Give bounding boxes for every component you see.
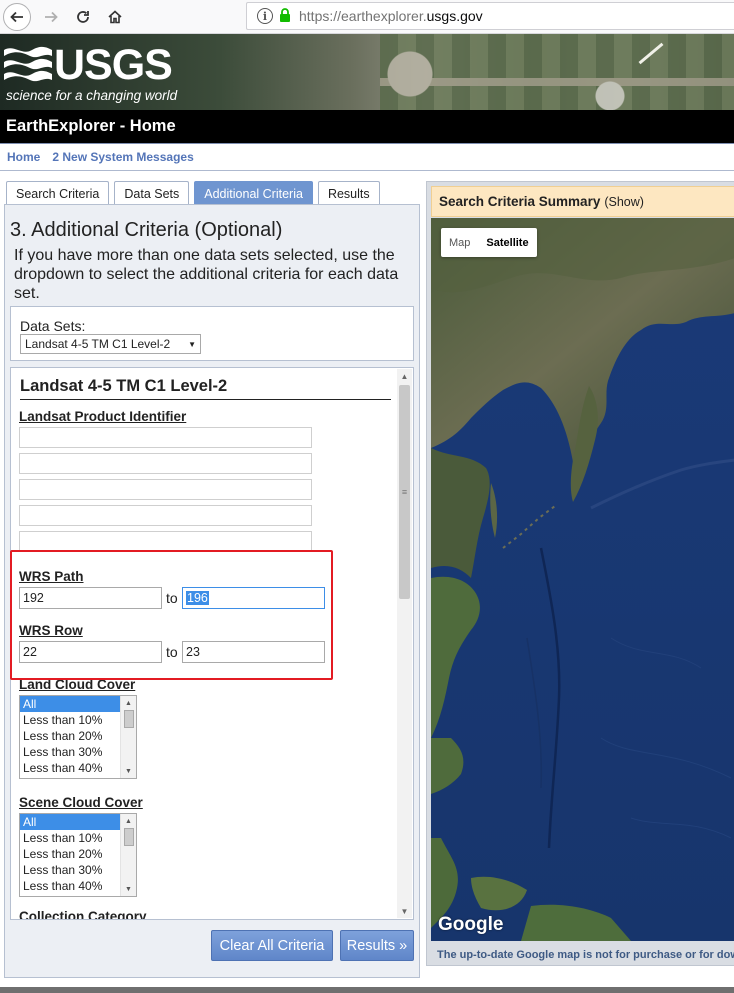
scroll-down-icon[interactable]: ▼: [121, 883, 136, 895]
product-identifier-input-4[interactable]: [19, 505, 312, 526]
results-button[interactable]: Results »: [340, 930, 414, 961]
product-identifier-input-2[interactable]: [19, 453, 312, 474]
satellite-map[interactable]: Map Satellite Google: [431, 218, 734, 941]
scene-cloud-cover-label: Scene Cloud Cover: [19, 795, 143, 810]
criteria-scrollbar[interactable]: ▲ ≡ ▼: [397, 369, 412, 918]
dataset-selector-box: Data Sets: Landsat 4-5 TM C1 Level-2 ▼: [10, 306, 414, 361]
usgs-logo-text: USGS: [54, 41, 173, 89]
step-title: 3. Additional Criteria (Optional): [10, 219, 283, 241]
scene-cloud-option[interactable]: Less than 20%: [20, 846, 120, 862]
url-prefix: https://earthexplorer.: [299, 8, 427, 24]
scroll-thumb[interactable]: [124, 710, 134, 728]
wrs-path-label: WRS Path: [19, 569, 84, 584]
product-identifier-input-1[interactable]: [19, 427, 312, 448]
scene-cloud-cover-listbox[interactable]: All Less than 10% Less than 20% Less tha…: [19, 813, 137, 897]
land-cloud-option[interactable]: Less than 20%: [20, 728, 120, 744]
map-disclaimer: The up-to-date Google map is not for pur…: [431, 941, 734, 965]
dataset-label: Data Sets:: [20, 318, 86, 334]
land-cloud-option[interactable]: Less than 10%: [20, 712, 120, 728]
wrs-path-from-input[interactable]: 192: [19, 587, 162, 609]
tab-additional-criteria[interactable]: Additional Criteria: [194, 181, 313, 205]
wrs-path-to-input[interactable]: 196: [182, 587, 325, 609]
wrs-row-label: WRS Row: [19, 623, 83, 638]
product-identifier-input-3[interactable]: [19, 479, 312, 500]
forward-arrow-icon[interactable]: [37, 3, 65, 31]
satellite-button[interactable]: Satellite: [478, 228, 536, 257]
step-description: If you have more than one data sets sele…: [14, 247, 399, 302]
map-button[interactable]: Map: [441, 228, 478, 257]
usgs-logo[interactable]: USGS science for a changing world: [4, 42, 179, 104]
search-criteria-summary: Search Criteria Summary (Show): [431, 186, 734, 217]
wrs-row-from-input[interactable]: 22: [19, 641, 162, 663]
info-icon[interactable]: i: [257, 8, 273, 24]
map-panel: Search Criteria Summary (Show) Map Satel…: [426, 181, 734, 966]
scene-cloud-option[interactable]: Less than 40%: [20, 878, 120, 894]
criteria-scroll-area[interactable]: Landsat 4-5 TM C1 Level-2 Landsat Produc…: [10, 367, 414, 920]
home-icon[interactable]: [101, 3, 129, 31]
additional-criteria-panel: 3. Additional Criteria (Optional) If you…: [4, 204, 420, 978]
browser-toolbar: i https://earthexplorer. usgs.gov: [0, 0, 734, 34]
summary-show-link[interactable]: (Show): [604, 195, 644, 209]
land-cloud-option[interactable]: All: [20, 696, 120, 712]
url-domain: usgs.gov: [426, 8, 483, 24]
scroll-thumb[interactable]: [124, 828, 134, 846]
map-imagery: [431, 218, 734, 941]
wrs-path-to-value: 196: [186, 591, 209, 605]
usgs-banner: USGS science for a changing world: [0, 34, 734, 110]
collection-category-label: Collection Category: [19, 909, 147, 920]
product-identifier-input-5[interactable]: [19, 531, 312, 552]
criteria-tabs: Search Criteria Data Sets Additional Cri…: [6, 181, 380, 205]
land-cloud-option[interactable]: Less than 40%: [20, 760, 120, 776]
land-cloud-option[interactable]: Less than 30%: [20, 744, 120, 760]
scroll-up-icon[interactable]: ▲: [121, 815, 136, 827]
summary-title: Search Criteria Summary: [439, 194, 601, 209]
map-type-toggle: Map Satellite: [441, 228, 537, 257]
url-bar[interactable]: i https://earthexplorer. usgs.gov: [246, 2, 734, 30]
tab-data-sets[interactable]: Data Sets: [114, 181, 190, 205]
scroll-up-icon[interactable]: ▲: [121, 697, 136, 709]
system-messages-link[interactable]: 2 New System Messages: [52, 150, 193, 164]
banner-aerial-image: [380, 34, 734, 110]
google-logo: Google: [438, 914, 504, 935]
usgs-waves-icon: [4, 46, 52, 82]
breadcrumb-home-link[interactable]: Home: [7, 150, 40, 164]
dataset-dropdown-value: Landsat 4-5 TM C1 Level-2: [25, 337, 171, 351]
window-bottom-border: [0, 987, 734, 993]
scroll-up-icon[interactable]: ▲: [397, 369, 412, 383]
dropdown-arrow-icon: ▼: [188, 339, 196, 349]
scroll-down-icon[interactable]: ▼: [397, 904, 412, 918]
wrs-row-to-input[interactable]: 23: [182, 641, 325, 663]
scene-cloud-option[interactable]: Less than 10%: [20, 830, 120, 846]
dataset-dropdown[interactable]: Landsat 4-5 TM C1 Level-2 ▼: [20, 334, 201, 354]
land-cloud-cover-listbox[interactable]: All Less than 10% Less than 20% Less tha…: [19, 695, 137, 779]
wrs-row-to-label: to: [166, 644, 178, 660]
lock-icon: [279, 7, 291, 25]
land-cloud-cover-label: Land Cloud Cover: [19, 677, 136, 692]
tab-search-criteria[interactable]: Search Criteria: [6, 181, 110, 205]
breadcrumb: Home 2 New System Messages: [0, 143, 734, 171]
page-title: EarthExplorer - Home: [0, 110, 734, 143]
criteria-scroll-thumb[interactable]: ≡: [399, 385, 410, 599]
scene-cloud-scrollbar[interactable]: ▲ ▼: [120, 814, 136, 896]
scene-cloud-option[interactable]: All: [20, 814, 120, 830]
tab-results[interactable]: Results: [317, 181, 380, 205]
product-identifier-label: Landsat Product Identifier: [19, 409, 187, 424]
wrs-path-to-label: to: [166, 590, 178, 606]
clear-all-criteria-button[interactable]: Clear All Criteria: [211, 930, 333, 961]
reload-icon[interactable]: [69, 3, 97, 31]
usgs-tagline: science for a changing world: [6, 88, 178, 103]
dataset-heading: Landsat 4-5 TM C1 Level-2: [20, 377, 391, 400]
scene-cloud-option[interactable]: Less than 30%: [20, 862, 120, 878]
scroll-down-icon[interactable]: ▼: [121, 765, 136, 777]
back-arrow-icon[interactable]: [3, 3, 31, 31]
land-cloud-scrollbar[interactable]: ▲ ▼: [120, 696, 136, 778]
